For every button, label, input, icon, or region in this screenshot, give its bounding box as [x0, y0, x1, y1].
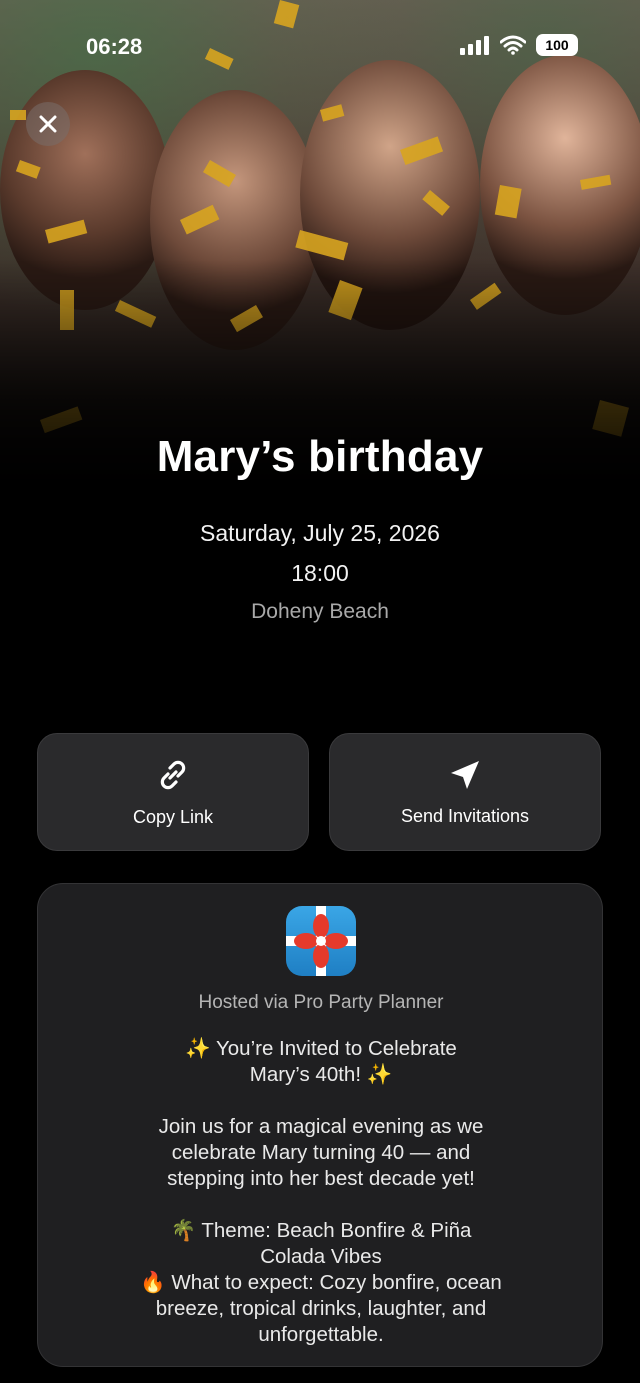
event-description: ✨ You’re Invited to Celebrate Mary’s 40t… [140, 1037, 502, 1346]
close-icon [39, 115, 57, 133]
wifi-icon [500, 35, 526, 55]
event-date: Saturday, July 25, 2026 [200, 520, 440, 546]
status-bar: 06:28 100 [0, 0, 640, 92]
event-time: 18:00 [291, 560, 349, 586]
signal-icon [460, 36, 489, 55]
event-location: Doheny Beach [251, 600, 389, 623]
status-time: 06:28 [86, 34, 143, 59]
pro-party-planner-app-icon [286, 906, 356, 976]
send-icon [451, 760, 479, 789]
copy-link-label: Copy Link [132, 806, 214, 827]
battery-indicator: 100 [536, 34, 578, 56]
hosted-via-text: Hosted via Pro Party Planner [198, 992, 444, 1013]
event-details-card: Hosted via Pro Party Planner ✨ You’re In… [37, 883, 603, 1367]
battery-level: 100 [545, 37, 569, 53]
event-title: Mary’s birthday [156, 432, 484, 481]
copy-link-button[interactable]: Copy Link [37, 733, 309, 851]
link-icon [160, 760, 186, 789]
send-invitations-label: Send Invitations [400, 805, 530, 826]
send-invitations-button[interactable]: Send Invitations [329, 733, 601, 851]
close-button[interactable] [26, 102, 70, 146]
